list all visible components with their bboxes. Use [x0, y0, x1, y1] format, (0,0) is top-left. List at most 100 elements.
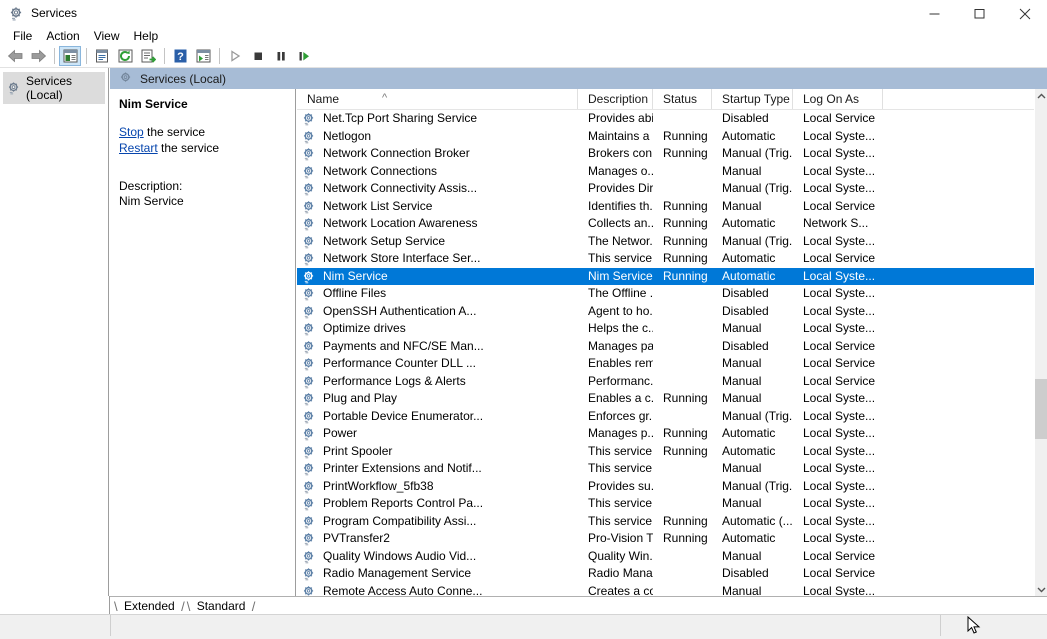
column-header-label: Status: [663, 92, 697, 106]
cell-startup-type: Disabled: [712, 285, 793, 303]
cell-description: This service ...: [578, 250, 653, 268]
status-bar: [0, 614, 1047, 635]
minimize-button[interactable]: [912, 0, 957, 27]
pause-service-icon[interactable]: [270, 46, 292, 66]
cell-description: Pro-Vision T...: [578, 530, 653, 548]
export-list-icon[interactable]: [137, 46, 159, 66]
cell-status: [653, 180, 712, 198]
help-icon[interactable]: ?: [169, 46, 191, 66]
tree-node-services-local[interactable]: Services (Local): [3, 72, 105, 104]
menu-view[interactable]: View: [87, 28, 127, 45]
cell-log-on-as: Local Syste...: [793, 180, 883, 198]
cell-description: Enforces gr...: [578, 408, 653, 426]
table-row[interactable]: Optimize drivesHelps the c...ManualLocal…: [297, 320, 1047, 338]
restart-service-icon[interactable]: [293, 46, 315, 66]
table-row[interactable]: Portable Device Enumerator...Enforces gr…: [297, 408, 1047, 426]
scroll-up-arrow-icon[interactable]: [1035, 89, 1047, 103]
list-vertical-scrollbar[interactable]: [1034, 89, 1047, 596]
title-bar: Services: [0, 0, 1047, 27]
cell-log-on-as: Local Syste...: [793, 443, 883, 461]
table-row[interactable]: NetlogonMaintains a ...RunningAutomaticL…: [297, 128, 1047, 146]
cell-startup-type: Manual: [712, 548, 793, 566]
column-log-on-as[interactable]: Log On As: [793, 89, 883, 109]
services-list: Name^ Description Status Startup TypeLog On…: [297, 89, 1047, 596]
cell-log-on-as: Local Service: [793, 373, 883, 391]
cell-startup-type: Automatic: [712, 425, 793, 443]
results-pane: Services (Local) Nim Service Stop the se…: [110, 68, 1047, 596]
services-gear-icon: [9, 6, 24, 21]
menu-action[interactable]: Action: [39, 28, 86, 45]
cell-description: Maintains a ...: [578, 128, 653, 146]
cell-log-on-as: Local Syste...: [793, 583, 883, 597]
table-row[interactable]: Nim ServiceNim ServiceRunningAutomaticLo…: [297, 268, 1047, 286]
cell-status: Running: [653, 268, 712, 286]
table-row[interactable]: Network Store Interface Ser...This servi…: [297, 250, 1047, 268]
table-row[interactable]: Network Connectivity Assis...Provides Di…: [297, 180, 1047, 198]
cell-description: Manages o...: [578, 163, 653, 181]
table-row[interactable]: Performance Counter DLL ...Enables rem..…: [297, 355, 1047, 373]
cell-name: Power: [297, 425, 578, 443]
console-tree-pane: Services (Local): [0, 68, 109, 596]
table-row[interactable]: Problem Reports Control Pa...This servic…: [297, 495, 1047, 513]
table-row[interactable]: PowerManages p...RunningAutomaticLocal S…: [297, 425, 1047, 443]
properties-icon[interactable]: [91, 46, 113, 66]
start-service-icon[interactable]: [224, 46, 246, 66]
cell-description: Radio Mana...: [578, 565, 653, 583]
table-row[interactable]: Network ConnectionsManages o...ManualLoc…: [297, 163, 1047, 181]
stop-service-icon[interactable]: [247, 46, 269, 66]
services-gear-icon: [119, 71, 134, 86]
svg-text:?: ?: [177, 51, 184, 63]
column-name[interactable]: Name^: [297, 89, 578, 109]
toolbar-separator: [86, 48, 87, 64]
show-action-pane-icon[interactable]: [192, 46, 214, 66]
table-row[interactable]: PrintWorkflow_5fb38Provides su...Manual …: [297, 478, 1047, 496]
table-row[interactable]: Radio Management ServiceRadio Mana...Dis…: [297, 565, 1047, 583]
table-row[interactable]: Printer Extensions and Notif...This serv…: [297, 460, 1047, 478]
cell-startup-type: Manual: [712, 198, 793, 216]
cell-status: [653, 495, 712, 513]
table-row[interactable]: Plug and PlayEnables a c...RunningManual…: [297, 390, 1047, 408]
table-row[interactable]: Network Location AwarenessCollects an...…: [297, 215, 1047, 233]
table-row[interactable]: Network Connection BrokerBrokers con...R…: [297, 145, 1047, 163]
table-row[interactable]: Payments and NFC/SE Man...Manages pa...D…: [297, 338, 1047, 356]
cell-log-on-as: Local Syste...: [793, 303, 883, 321]
back-icon[interactable]: [4, 46, 26, 66]
table-row[interactable]: Performance Logs & AlertsPerformanc...Ma…: [297, 373, 1047, 391]
maximize-button[interactable]: [957, 0, 1002, 27]
stop-service-link[interactable]: Stop: [119, 125, 144, 139]
column-description[interactable]: Description: [578, 89, 653, 109]
table-row[interactable]: Quality Windows Audio Vid...Quality Win.…: [297, 548, 1047, 566]
table-row[interactable]: PVTransfer2Pro-Vision T...RunningAutomat…: [297, 530, 1047, 548]
detail-description-text: Nim Service: [119, 194, 295, 209]
tab-extended[interactable]: \Extended/: [113, 597, 186, 615]
cell-description: Provides abi...: [578, 110, 653, 128]
table-row[interactable]: OpenSSH Authentication A...Agent to ho..…: [297, 303, 1047, 321]
table-row[interactable]: Print SpoolerThis service ...RunningAuto…: [297, 443, 1047, 461]
refresh-icon[interactable]: [114, 46, 136, 66]
cell-startup-type: Automatic (...: [712, 513, 793, 531]
table-row[interactable]: Remote Access Auto Conne...Creates a co.…: [297, 583, 1047, 597]
cell-log-on-as: Local Syste...: [793, 128, 883, 146]
close-button[interactable]: [1002, 0, 1047, 27]
show-hide-console-tree-icon[interactable]: [59, 46, 81, 66]
restart-service-link[interactable]: Restart: [119, 141, 158, 155]
table-row[interactable]: Network List ServiceIdentifies th...Runn…: [297, 198, 1047, 216]
forward-icon[interactable]: [27, 46, 49, 66]
cell-log-on-as: Local Service: [793, 110, 883, 128]
menu-help[interactable]: Help: [127, 28, 166, 45]
table-row[interactable]: Program Compatibility Assi...This servic…: [297, 513, 1047, 531]
scroll-down-arrow-icon[interactable]: [1035, 582, 1047, 596]
column-header-label: Description: [588, 92, 648, 106]
column-status[interactable]: Status: [653, 89, 712, 109]
cell-status: Running: [653, 513, 712, 531]
table-row[interactable]: Offline FilesThe Offline ...DisabledLoca…: [297, 285, 1047, 303]
cell-name: Optimize drives: [297, 320, 578, 338]
scrollbar-thumb[interactable]: [1035, 379, 1047, 439]
menu-file[interactable]: File: [6, 28, 39, 45]
table-row[interactable]: Network Setup ServiceThe Networ...Runnin…: [297, 233, 1047, 251]
column-startup-type[interactable]: Startup Type: [712, 89, 793, 109]
cell-description: The Offline ...: [578, 285, 653, 303]
table-row[interactable]: Net.Tcp Port Sharing ServiceProvides abi…: [297, 110, 1047, 128]
tab-label: Standard: [197, 599, 246, 613]
tab-standard[interactable]: \Standard/: [186, 597, 257, 615]
